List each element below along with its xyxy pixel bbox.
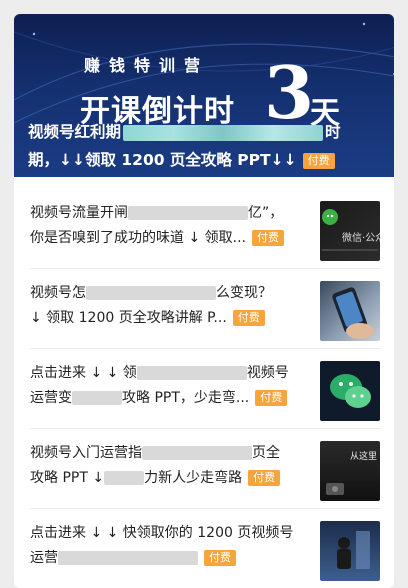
list-item[interactable]: 视频号流量开闸亿”， 你是否嗅到了成功的味道 ↓ 领取...付费 微信·公众 (14, 191, 394, 267)
divider (30, 428, 380, 429)
article-title: 视频号入门运营指 页全 攻略 PPT ↓ 力新人少走弯路 付费 (30, 445, 281, 486)
blurred-text (136, 366, 247, 380)
hero-title-part1: 视频号红利期 (28, 123, 122, 141)
article-thumbnail: 从这里 影响世界 (320, 441, 380, 501)
hero-subtitle: 赚钱特训营 (84, 56, 210, 75)
article-title: 视频号流量开闸 亿”， 你是否嗅到了成功的味道 ↓ 领取... 付费 (30, 205, 284, 246)
blurred-text (86, 286, 216, 300)
article-title: 点击进来 ↓ ↓ 快领取你的 1200 页视频号 运营 付费 (30, 525, 294, 566)
list-item[interactable]: 点击进来 ↓ ↓ 领视频号 运营变 攻略 PPT，少走弯... 付费 (14, 351, 394, 427)
blurred-text (128, 206, 248, 220)
paid-tag: 付费 (248, 470, 281, 486)
smartphone-icon (332, 287, 374, 339)
divider (30, 508, 380, 509)
person-icon (337, 531, 370, 569)
article-thumbnail: 微信·公众 (320, 201, 380, 261)
hero-article-title: 视频号红利期 时 期，↓↓领取 1200 页全攻略 PPT↓↓ 付费 (28, 118, 382, 174)
paid-tag: 付费 (302, 152, 335, 169)
hero-title-line2: 期，↓↓领取 1200 页全攻略 PPT↓↓ (28, 151, 297, 169)
paid-tag: 付费 (232, 310, 265, 326)
divider (30, 348, 380, 349)
divider (30, 268, 380, 269)
blurred-text (142, 446, 252, 460)
list-item[interactable]: 点击进来 ↓ ↓ 快领取你的 1200 页视频号 运营 付费 (14, 511, 394, 587)
wechat-logo-icon (330, 374, 371, 408)
blurred-text (58, 551, 198, 565)
article-thumbnail (320, 361, 380, 421)
article-title: 视频号怎 么变现？ ↓ 领取 1200 页全攻略讲解 P... 付费 (30, 285, 272, 326)
camera-icon: 从这里 影响世界 (326, 450, 380, 495)
wechat-channels-icon: 微信·公众 (322, 209, 380, 251)
hero-banner[interactable]: 赚钱特训营 开课倒计时 3 天 视频号红利期时 期，↓↓领取 1200 页全攻略… (14, 14, 394, 177)
blurred-text (123, 124, 324, 141)
paid-tag: 付费 (251, 230, 284, 246)
list-item[interactable]: 视频号入门运营指页全 攻略 PPT ↓力新人少走弯路付费 从这里 影响世界 (14, 431, 394, 507)
hero-title-part2: 时 (325, 123, 341, 141)
article-title: 点击进来 ↓ ↓ 领视频号 运营变 攻略 PPT，少走弯... 付费 (30, 365, 289, 406)
blurred-text (72, 391, 122, 405)
article-thumbnail (320, 281, 380, 341)
article-list-card: 赚钱特训营 开课倒计时 3 天 视频号红利期时 期，↓↓领取 1200 页全攻略… (14, 14, 394, 588)
svg-text:微信·公众: 微信·公众 (342, 231, 380, 244)
blurred-text (104, 471, 145, 485)
list-item[interactable]: 视频号怎 么变现？ ↓ 领取 1200 页全攻略讲解 P... 付费 (14, 271, 394, 347)
paid-tag: 付费 (255, 390, 288, 406)
paid-tag: 付费 (204, 550, 236, 566)
article-thumbnail (320, 521, 380, 581)
svg-text:从这里 影响世界: 从这里 影响世界 (350, 450, 380, 462)
